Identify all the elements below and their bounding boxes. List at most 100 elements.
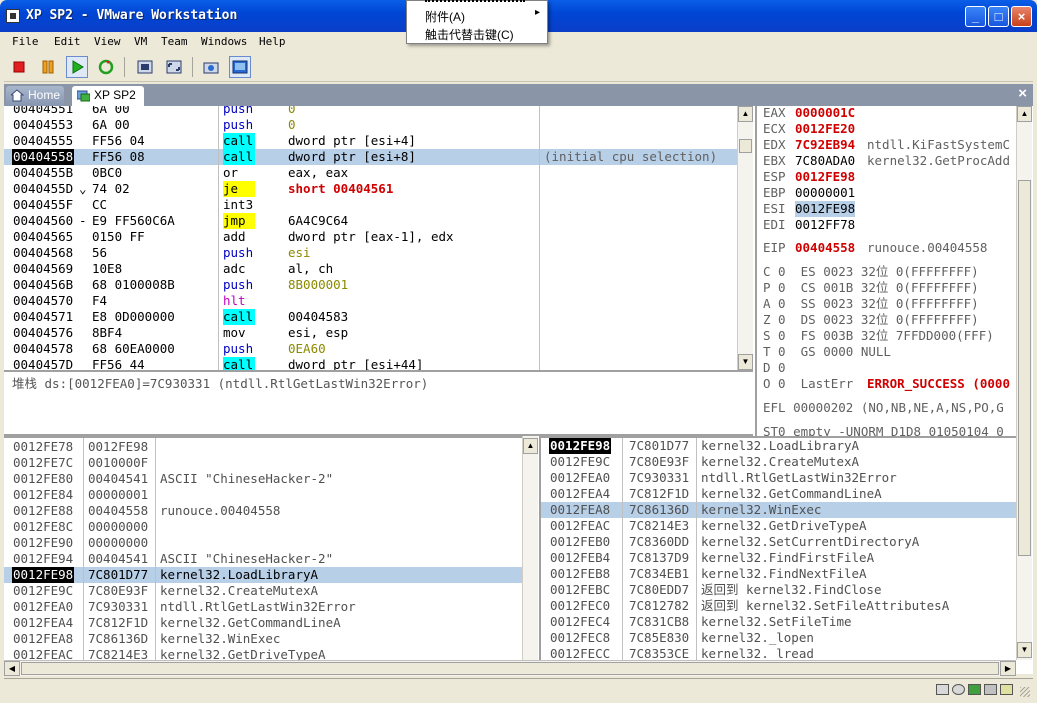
flag-row[interactable]: A 0 SS 0023 32位 0(FFFFFFFF) — [763, 296, 1017, 312]
disasm-row[interactable]: 0040455F CC int3 — [4, 197, 739, 213]
horizontal-scrollbar[interactable]: ◀ ▶ — [4, 660, 1016, 676]
disasm-row[interactable]: 0040456B 68 0100008B push 8B000001 — [4, 277, 739, 293]
menu-view[interactable]: View — [94, 35, 121, 48]
menu-help[interactable]: Help — [259, 35, 286, 48]
tab-home[interactable]: Home — [6, 86, 64, 106]
stack-pane[interactable]: 0012FE98 7C801D77 kernel32.LoadLibraryA 001… — [539, 436, 1016, 660]
flag-row[interactable]: T 0 GS 0000 NULL — [763, 344, 1017, 360]
stack-row[interactable]: 0012FEB4 7C8137D9 kernel32.FindFirstFileA — [541, 550, 1016, 566]
flag-row[interactable]: D 0 — [763, 360, 1017, 376]
scroll-down-arrow[interactable]: ▼ — [738, 354, 753, 370]
dump-row[interactable]: 0012FE7C 0010000F — [4, 455, 524, 471]
menu-item-accessories[interactable]: 附件(A) — [425, 8, 465, 25]
dump-row[interactable]: 0012FE80 00404541 ASCII "ChineseHacker-2" — [4, 471, 524, 487]
scroll-thumb[interactable] — [21, 662, 999, 675]
dump-row[interactable]: 0012FE84 00000001 — [4, 487, 524, 503]
disassembly-pane[interactable]: 00404551 6A 00 push 0 00404553 6A 00 push 0 0040… — [4, 106, 739, 370]
dump-row[interactable]: 0012FEA8 7C86136D kernel32.WinExec — [4, 631, 524, 647]
scroll-thumb[interactable] — [739, 139, 752, 153]
power-on-button[interactable] — [66, 56, 88, 78]
register-row[interactable]: EDX 7C92EB94 ntdll.KiFastSystemC — [757, 137, 1017, 153]
reset-button[interactable] — [95, 56, 117, 78]
disasm-row[interactable]: 00404571 E8 0D000000 call 00404583 — [4, 309, 739, 325]
st0-row[interactable]: ST0 empty -UNORM D1D8 01050104 0 — [763, 424, 1017, 436]
menu-vm[interactable]: VM — [134, 35, 147, 48]
snapshot-button[interactable] — [200, 56, 222, 78]
register-row[interactable]: ESI 0012FE98 — [757, 201, 1017, 217]
registers-pane[interactable]: EAX 0000001C ECX 0012FE20 EDX 7C92EB94 ntdll.K… — [755, 106, 1017, 436]
stack-row[interactable]: 0012FE9C 7C80E93F kernel32.CreateMutexA — [541, 454, 1016, 470]
stack-row[interactable]: 0012FEA8 7C86136D kernel32.WinExec — [541, 502, 1016, 518]
disasm-row[interactable]: 0040455B 0BC0 or eax, eax — [4, 165, 739, 181]
quick-switch-button[interactable] — [163, 56, 185, 78]
disasm-row[interactable]: 00404568 56 push esi — [4, 245, 739, 261]
dump-row[interactable]: 0012FE98 7C801D77 kernel32.LoadLibraryA — [4, 567, 524, 583]
register-row[interactable]: EAX 0000001C — [757, 106, 1017, 121]
stack-row[interactable]: 0012FEA4 7C812F1D kernel32.GetCommandLineA — [541, 486, 1016, 502]
fullscreen-button[interactable] — [134, 56, 156, 78]
stack-row[interactable]: 0012FEA0 7C930331 ntdll.RtlGetLastWin32Err… — [541, 470, 1016, 486]
disasm-row[interactable]: 0040455D ⌄ 74 02 je short 00404561 — [4, 181, 739, 197]
power-off-button[interactable] — [8, 56, 30, 78]
dump-row[interactable]: 0012FE90 00000000 — [4, 535, 524, 551]
network-icon[interactable] — [968, 684, 981, 695]
dump-row[interactable]: 0012FEA4 7C812F1D kernel32.GetCommandLineA — [4, 615, 524, 631]
resize-grip[interactable] — [1020, 687, 1030, 697]
console-view-button[interactable] — [229, 56, 251, 78]
register-row[interactable]: EBX 7C80ADA0 kernel32.GetProcAdd — [757, 153, 1017, 169]
dump-row[interactable]: 0012FEAC 7C8214E3 kernel32.GetDriveTypeA — [4, 647, 524, 660]
clipped-menu-item[interactable] — [425, 0, 525, 2]
flag-row[interactable]: P 0 CS 001B 32位 0(FFFFFFFF) — [763, 280, 1017, 296]
scroll-thumb[interactable] — [1018, 180, 1031, 556]
menu-edit[interactable]: Edit — [54, 35, 81, 48]
disasm-row[interactable]: 00404555 FF56 04 call dword ptr [esi+4] — [4, 133, 739, 149]
scroll-left-arrow[interactable]: ◀ — [4, 661, 20, 676]
disasm-row[interactable]: 00404576 8BF4 mov esi, esp — [4, 325, 739, 341]
scroll-up-arrow[interactable]: ▲ — [523, 438, 538, 454]
close-button[interactable]: × — [1011, 6, 1032, 27]
scroll-up-arrow[interactable]: ▲ — [1017, 106, 1032, 122]
flag-row[interactable]: C 0 ES 0023 32位 0(FFFFFFFF) — [763, 264, 1017, 280]
scroll-down-arrow[interactable]: ▼ — [1017, 642, 1032, 658]
stack-row[interactable]: 0012FEB0 7C8360DD kernel32.SetCurrentDirec… — [541, 534, 1016, 550]
dump-row[interactable]: 0012FE88 00404558 runouce.00404558 — [4, 503, 524, 519]
scroll-right-arrow[interactable]: ▶ — [1000, 661, 1016, 676]
dump-row[interactable]: 0012FE78 0012FE98 — [4, 439, 524, 455]
menu-windows[interactable]: Windows — [201, 35, 247, 48]
sound-icon[interactable] — [1000, 684, 1013, 695]
disassembly-scrollbar[interactable]: ▲ ▼ — [737, 106, 753, 370]
registers-scrollbar[interactable]: ▲ ▼ — [1016, 106, 1032, 660]
dump-row[interactable]: 0012FE8C 00000000 — [4, 519, 524, 535]
disasm-row[interactable]: 00404553 6A 00 push 0 — [4, 117, 739, 133]
usb-icon[interactable] — [984, 684, 997, 695]
stack-row[interactable]: 0012FE98 7C801D77 kernel32.LoadLibraryA — [541, 438, 1016, 454]
maximize-button[interactable]: □ — [988, 6, 1009, 27]
disasm-row[interactable]: 0040457D FF56 44 call dword ptr [esi+44] — [4, 357, 739, 370]
disasm-row[interactable]: 00404570 F4 hlt — [4, 293, 739, 309]
disasm-row[interactable]: 00404558 FF56 08 call dword ptr [esi+8] (ini… — [4, 149, 739, 165]
stack-row[interactable]: 0012FECC 7C8353CE kernel32._lread — [541, 646, 1016, 660]
register-row[interactable]: ESP 0012FE98 — [757, 169, 1017, 185]
register-row[interactable]: EBP 00000001 — [757, 185, 1017, 201]
minimize-button[interactable]: _ — [965, 6, 986, 27]
menu-file[interactable]: File — [12, 35, 39, 48]
stack-row[interactable]: 0012FEC0 7C812782 返回到 kernel32.SetFileAttr… — [541, 598, 1016, 614]
dump-pane[interactable]: 0012FE78 0012FE98 0012FE7C 0010000F 0012FE80… — [4, 436, 524, 660]
efl-row[interactable]: EFL 00000202 (NO,NB,NE,A,NS,PO,G — [763, 400, 1017, 416]
stack-row[interactable]: 0012FEB8 7C834EB1 kernel32.FindNextFileA — [541, 566, 1016, 582]
stack-row[interactable]: 0012FEAC 7C8214E3 kernel32.GetDriveTypeA — [541, 518, 1016, 534]
dump-row[interactable]: 0012FE94 00404541 ASCII "ChineseHacker-2" — [4, 551, 524, 567]
stack-row[interactable]: 0012FEBC 7C80EDD7 返回到 kernel32.FindClose — [541, 582, 1016, 598]
close-tab-icon[interactable]: × — [1018, 85, 1027, 102]
scroll-up-arrow[interactable]: ▲ — [738, 106, 753, 122]
register-row[interactable]: EDI 0012FF78 — [757, 217, 1017, 233]
suspend-button[interactable] — [37, 56, 59, 78]
flag-row[interactable]: S 0 FS 003B 32位 7FFDD000(FFF) — [763, 328, 1017, 344]
stack-row[interactable]: 0012FEC4 7C831CB8 kernel32.SetFileTime — [541, 614, 1016, 630]
flag-row[interactable]: Z 0 DS 0023 32位 0(FFFFFFFF) — [763, 312, 1017, 328]
disasm-row[interactable]: 00404569 10E8 adc al, ch — [4, 261, 739, 277]
disasm-row[interactable]: 00404565 0150 FF add dword ptr [eax-1], edx — [4, 229, 739, 245]
tab-xp-sp2[interactable]: XP SP2 — [72, 86, 144, 106]
guest-screen[interactable]: 00404551 6A 00 push 0 00404553 6A 00 push 0 0040… — [4, 106, 1033, 674]
register-eip[interactable]: EIP 00404558 runouce.00404558 — [757, 240, 1017, 256]
